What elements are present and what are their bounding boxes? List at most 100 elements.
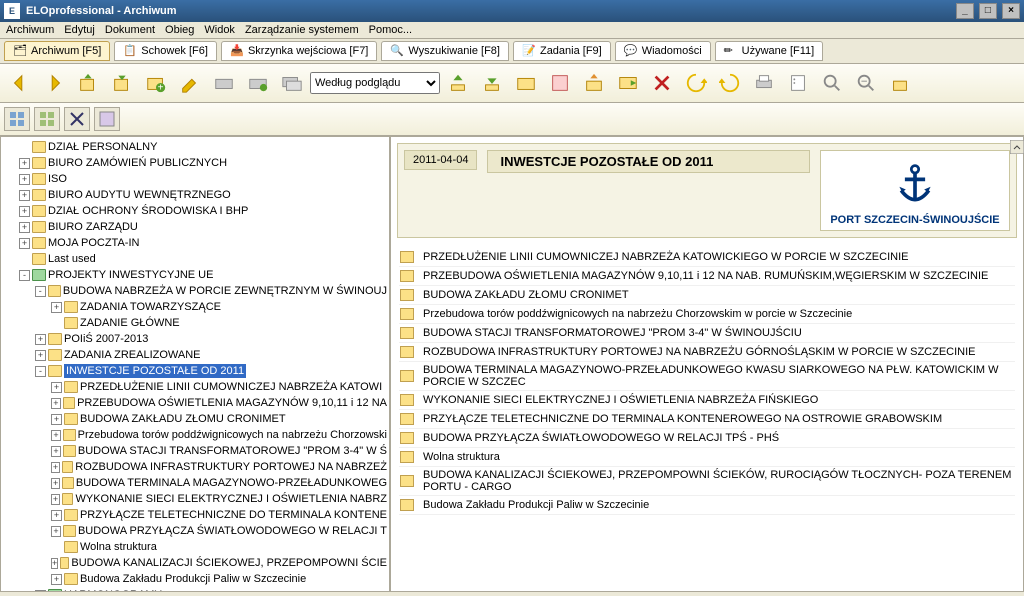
- document-list[interactable]: PRZEDŁUŻENIE LINII CUMOWNICZEJ NABRZEŻA …: [391, 244, 1023, 519]
- expand-icon[interactable]: +: [51, 510, 62, 521]
- expand-icon[interactable]: +: [51, 478, 60, 489]
- close-button[interactable]: ×: [1002, 3, 1020, 19]
- tree-item[interactable]: + BIURO ZAMÓWIEŃ PUBLICZNYCH: [3, 155, 387, 171]
- tree-item-label[interactable]: POIiŚ 2007-2013: [64, 332, 148, 346]
- view-mode-select[interactable]: Według podglądu: [310, 72, 440, 94]
- tree-item-label[interactable]: Przebudowa torów poddźwignicowych na nab…: [78, 428, 387, 442]
- scan-save-button[interactable]: [242, 68, 274, 98]
- tree-item[interactable]: +BUDOWA TERMINALA MAGAZYNOWO-PRZEŁADUNKO…: [3, 475, 387, 491]
- tree-item-label[interactable]: BIURO ZAMÓWIEŃ PUBLICZNYCH: [48, 156, 227, 170]
- tree-item[interactable]: +ROZBUDOWA INFRASTRUKTURY PORTOWEJ NA NA…: [3, 459, 387, 475]
- list-item[interactable]: PRZYŁĄCZE TELETECHNICZNE DO TERMINALA KO…: [399, 410, 1015, 429]
- edit-button[interactable]: [174, 68, 206, 98]
- back-button[interactable]: [4, 68, 36, 98]
- tree-pane[interactable]: DZIAŁ PERSONALNY + BIURO ZAMÓWIEŃ PUBLICZN…: [0, 136, 390, 592]
- expand-icon[interactable]: +: [51, 430, 61, 441]
- list-item[interactable]: WYKONANIE SIECI ELEKTRYCZNEJ I OŚWIETLEN…: [399, 391, 1015, 410]
- tree-item-label[interactable]: ROZBUDOWA INFRASTRUKTURY PORTOWEJ NA NAB…: [75, 460, 387, 474]
- tree-item[interactable]: + ZADANIA ZREALIZOWANE: [3, 347, 387, 363]
- list-item[interactable]: PRZEBUDOWA OŚWIETLENIA MAGAZYNÓW 9,10,11…: [399, 267, 1015, 286]
- expand-icon[interactable]: +: [35, 334, 46, 345]
- expand-icon[interactable]: +: [19, 222, 30, 233]
- share-button[interactable]: [578, 68, 610, 98]
- maximize-button[interactable]: □: [979, 3, 997, 19]
- tree-item[interactable]: +BIURO ZARZĄDU: [3, 219, 387, 235]
- tree-item[interactable]: DZIAŁ PERSONALNY: [3, 139, 387, 155]
- tab-wiadomości[interactable]: 💬Wiadomości: [615, 41, 711, 61]
- import-button[interactable]: [106, 68, 138, 98]
- tree-item[interactable]: +HARMONOGRAMY: [3, 587, 387, 592]
- expand-icon[interactable]: +: [51, 494, 60, 505]
- expand-icon[interactable]: +: [19, 190, 30, 201]
- expand-icon[interactable]: +: [51, 414, 62, 425]
- tree-item-label[interactable]: PRZEDŁUŻENIE LINII CUMOWNICZEJ NABRZEŻA …: [80, 380, 382, 394]
- tree-item-label[interactable]: DZIAŁ OCHRONY ŚRODOWISKA I BHP: [48, 204, 248, 218]
- tree-item[interactable]: + POIiŚ 2007-2013: [3, 331, 387, 347]
- tree-item[interactable]: +BUDOWA ZAKŁADU ZŁOMU CRONIMET: [3, 411, 387, 427]
- list-item[interactable]: BUDOWA KANALIZACJI ŚCIEKOWEJ, PRZEPOMPOW…: [399, 467, 1015, 496]
- expand-icon[interactable]: +: [51, 558, 58, 569]
- tree-item-label[interactable]: BUDOWA STACJI TRANSFORMATOROWEJ "PROM 3-…: [78, 444, 387, 458]
- thumbnail-large-button[interactable]: [34, 107, 60, 131]
- tree-item[interactable]: Wolna struktura: [3, 539, 387, 555]
- tab-schowek[interactable]: 📋Schowek [F6]: [114, 41, 217, 61]
- list-item[interactable]: Przebudowa torów poddźwignicowych na nab…: [399, 305, 1015, 324]
- expand-icon[interactable]: +: [51, 398, 61, 409]
- collapse-icon[interactable]: -: [35, 286, 46, 297]
- menu-obieg[interactable]: Obieg: [165, 24, 194, 36]
- tree-item[interactable]: + Przebudowa torów poddźwignicowych na na…: [3, 427, 387, 443]
- tree-item-label[interactable]: PRZYŁĄCZE TELETECHNICZNE DO TERMINALA KO…: [80, 508, 387, 522]
- tree-item-label[interactable]: WYKONANIE SIECI ELEKTRYCZNEJ I OŚWIETLEN…: [75, 492, 387, 506]
- list-item[interactable]: ROZBUDOWA INFRASTRUKTURY PORTOWEJ NA NAB…: [399, 343, 1015, 362]
- folder-icon-button[interactable]: [510, 68, 542, 98]
- menu-pomoc-[interactable]: Pomoc...: [369, 24, 412, 36]
- tree-item-label[interactable]: INWESTCJE POZOSTAŁE OD 2011: [64, 364, 246, 378]
- scan-multi-button[interactable]: [276, 68, 308, 98]
- tree-item-label[interactable]: MOJA POCZTA-IN: [48, 236, 139, 250]
- tree-item-label[interactable]: BUDOWA NABRZEŻA W PORCIE ZEWNĘTRZNYM W Ś…: [63, 284, 387, 298]
- tree-item[interactable]: - BUDOWA NABRZEŻA W PORCIE ZEWNĘTRZNYM W …: [3, 283, 387, 299]
- menu-dokument[interactable]: Dokument: [105, 24, 155, 36]
- refresh-button[interactable]: [680, 68, 712, 98]
- expand-icon[interactable]: +: [51, 446, 61, 457]
- list-item[interactable]: Budowa Zakładu Produkcji Paliw w Szczeci…: [399, 496, 1015, 515]
- tree-item[interactable]: +MOJA POCZTA-IN: [3, 235, 387, 251]
- tree-item[interactable]: + PRZYŁĄCZE TELETECHNICZNE DO TERMINALA K…: [3, 507, 387, 523]
- export-button[interactable]: [72, 68, 104, 98]
- tree-item[interactable]: +PRZEDŁUŻENIE LINII CUMOWNICZEJ NABRZEŻA…: [3, 379, 387, 395]
- zoom-button[interactable]: [850, 68, 882, 98]
- tree-item-label[interactable]: Budowa Zakładu Produkcji Paliw w Szczeci…: [80, 572, 306, 586]
- home-button[interactable]: [884, 68, 916, 98]
- expand-icon[interactable]: +: [19, 174, 30, 185]
- tree-item-label[interactable]: ZADANIA ZREALIZOWANE: [64, 348, 201, 362]
- tab-archiwum[interactable]: 🗂Archiwum [F5]: [4, 41, 110, 61]
- tree-item[interactable]: ZADANIE GŁÓWNE: [3, 315, 387, 331]
- collapse-icon[interactable]: -: [19, 270, 30, 281]
- collapse-icon[interactable]: -: [35, 366, 46, 377]
- expand-icon[interactable]: +: [51, 526, 61, 537]
- forward-button[interactable]: [38, 68, 70, 98]
- tree-item[interactable]: - INWESTCJE POZOSTAŁE OD 2011: [3, 363, 387, 379]
- menu-edytuj[interactable]: Edytuj: [64, 24, 95, 36]
- tree-item[interactable]: + ISO: [3, 171, 387, 187]
- search-button[interactable]: [816, 68, 848, 98]
- tree-item-label[interactable]: ZADANIE GŁÓWNE: [80, 316, 180, 330]
- scan-button[interactable]: [208, 68, 240, 98]
- redo-button[interactable]: [714, 68, 746, 98]
- tab-zadania[interactable]: 📝Zadania [F9]: [513, 41, 611, 61]
- list-item[interactable]: Wolna struktura: [399, 448, 1015, 467]
- print-button[interactable]: [748, 68, 780, 98]
- tree-item-label[interactable]: Last used: [48, 252, 96, 266]
- new-folder-button[interactable]: +: [140, 68, 172, 98]
- expand-icon[interactable]: +: [19, 158, 30, 169]
- tree-item[interactable]: + DZIAŁ OCHRONY ŚRODOWISKA I BHP: [3, 203, 387, 219]
- expand-icon[interactable]: +: [19, 206, 30, 217]
- expand-icon[interactable]: +: [35, 350, 46, 361]
- thumbnail-small-button[interactable]: [4, 107, 30, 131]
- tree-item-label[interactable]: BUDOWA PRZYŁĄCZA ŚWIATŁOWODOWEGO W RELAC…: [78, 524, 387, 538]
- tab-wyszukiwanie[interactable]: 🔍Wyszukiwanie [F8]: [381, 41, 509, 61]
- tree-item-label[interactable]: ISO: [48, 172, 67, 186]
- tree-item[interactable]: +PRZEBUDOWA OŚWIETLENIA MAGAZYNÓW 9,10,1…: [3, 395, 387, 411]
- menu-widok[interactable]: Widok: [204, 24, 235, 36]
- tree-item-label[interactable]: PROJEKTY INWESTYCYJNE UE: [48, 268, 213, 282]
